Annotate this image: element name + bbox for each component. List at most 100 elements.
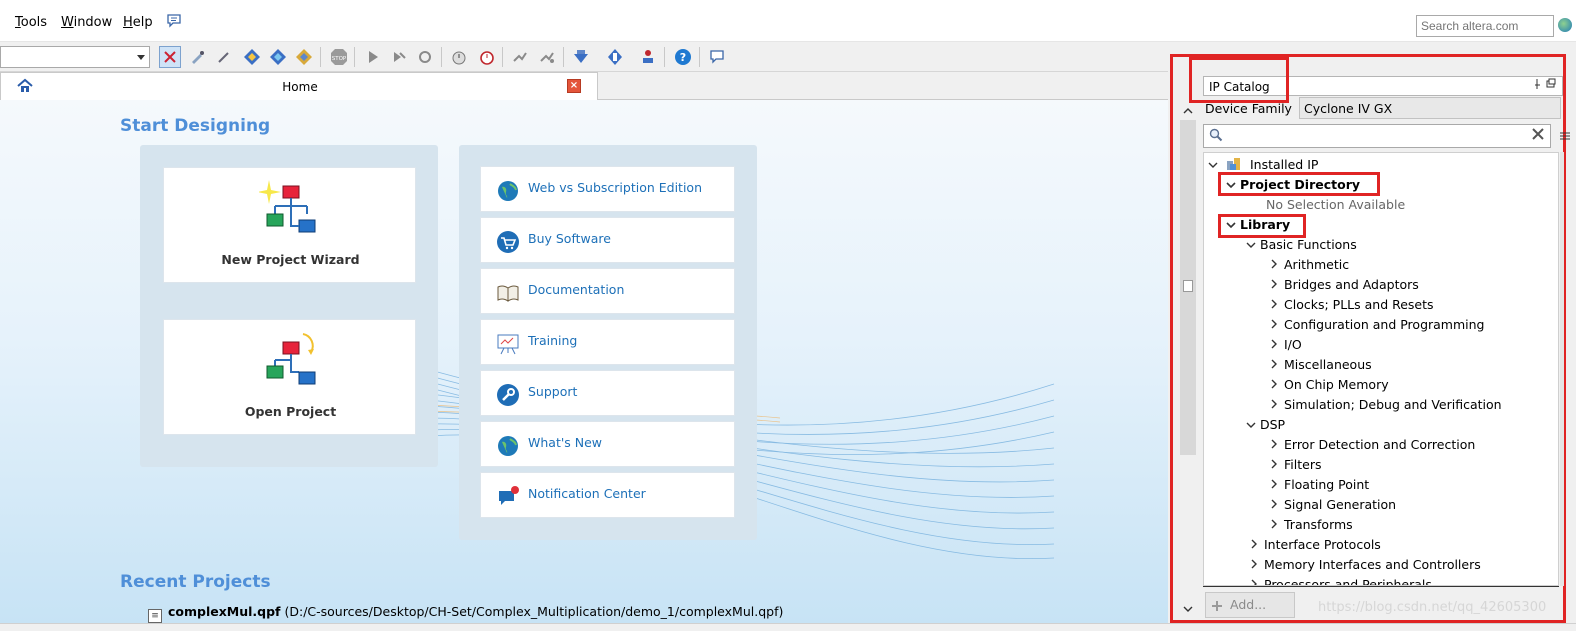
tree-item-memory-interfaces[interactable]: Memory Interfaces and Controllers (1250, 555, 1481, 575)
compile-analysis-icon[interactable] (241, 46, 263, 68)
scroll-thumb[interactable] (1183, 280, 1193, 292)
ip-library-icon (1226, 158, 1240, 170)
feedback-icon[interactable] (706, 46, 728, 68)
add-ip-button[interactable]: Add... (1205, 592, 1295, 618)
chevron-right-icon[interactable] (1270, 276, 1284, 296)
globe-icon[interactable] (1558, 18, 1572, 32)
link-label: Web vs Subscription Edition (528, 180, 702, 195)
tree-item-processors-peripherals[interactable]: Processors and Peripherals (1250, 575, 1432, 585)
tree-item-arithmetic[interactable]: Arithmetic (1270, 255, 1349, 275)
menu-window-accel: W (61, 15, 74, 30)
chevron-right-icon[interactable] (1270, 396, 1284, 416)
chevron-right-icon[interactable] (1250, 536, 1264, 556)
toolbar-separator (354, 47, 355, 67)
chevron-down-icon[interactable] (1246, 236, 1260, 256)
tree-label: Filters (1284, 457, 1322, 472)
link-notification-center[interactable]: Notification Center (480, 472, 735, 518)
tree-scrollbar[interactable] (1560, 152, 1564, 586)
stop-icon[interactable]: STOP (328, 46, 350, 68)
chevron-right-icon[interactable] (1270, 456, 1284, 476)
tree-item-on-chip-memory[interactable]: On Chip Memory (1270, 375, 1389, 395)
tree-item-error-detection[interactable]: Error Detection and Correction (1270, 435, 1475, 455)
chevron-right-icon[interactable] (1270, 376, 1284, 396)
search-input[interactable] (1416, 15, 1554, 37)
stamp-tool-icon[interactable] (213, 46, 235, 68)
link-buy-software[interactable]: Buy Software (480, 217, 735, 263)
tab-home[interactable]: Home × (0, 72, 598, 100)
help-icon[interactable]: ? (672, 46, 694, 68)
new-project-wizard-card[interactable]: New Project Wizard (163, 167, 416, 283)
chevron-right-icon[interactable] (1270, 256, 1284, 276)
toolbar-separator (320, 47, 321, 67)
menu-lines-icon[interactable] (1560, 130, 1570, 144)
device-family-select[interactable]: Cyclone IV GX (1299, 97, 1561, 119)
menu-window[interactable]: Window (61, 15, 112, 30)
tree-label: Interface Protocols (1264, 537, 1381, 552)
link-label: Support (528, 384, 578, 399)
recent-project-row[interactable]: ≡ complexMul.qpf (D:/C-sources/Desktop/CH… (148, 604, 783, 623)
select-tool-button[interactable] (159, 46, 181, 68)
start-compilation-icon[interactable] (362, 46, 384, 68)
chevron-right-icon[interactable] (1270, 516, 1284, 536)
tree-item-transforms[interactable]: Transforms (1270, 515, 1353, 535)
tree-item-io[interactable]: I/O (1270, 335, 1302, 355)
tree-item-basic-functions[interactable]: Basic Functions (1246, 235, 1357, 255)
tree-item-dsp[interactable]: DSP (1246, 415, 1285, 435)
link-training[interactable]: Training (480, 319, 735, 365)
chevron-right-icon[interactable] (1270, 296, 1284, 316)
menu-help[interactable]: Help (123, 15, 153, 30)
chevron-down-icon[interactable] (1183, 603, 1193, 616)
chevron-down-icon[interactable] (1246, 416, 1260, 436)
pin-float-icons[interactable] (1534, 78, 1556, 93)
ip-panel-scrollbar[interactable] (1178, 100, 1198, 622)
close-icon[interactable]: × (567, 79, 581, 93)
netlist-viewer-icon[interactable] (536, 46, 558, 68)
toolbar-separator (502, 47, 503, 67)
chevron-right-icon[interactable] (1270, 336, 1284, 356)
tree-label: No Selection Available (1266, 197, 1406, 212)
tree-item-floating-point[interactable]: Floating Point (1270, 475, 1369, 495)
eda-tool-icon[interactable] (637, 46, 659, 68)
menu-bar: Tools Window Help (0, 0, 1576, 42)
programmer-icon[interactable] (570, 46, 592, 68)
link-web-vs-subscription[interactable]: Web vs Subscription Edition (480, 166, 735, 212)
tree-label: Miscellaneous (1284, 357, 1372, 372)
tree-item-miscellaneous[interactable]: Miscellaneous (1270, 355, 1372, 375)
tree-item-signal-generation[interactable]: Signal Generation (1270, 495, 1396, 515)
tree-item-bridges-adaptors[interactable]: Bridges and Adaptors (1270, 275, 1419, 295)
tree-item-interface-protocols[interactable]: Interface Protocols (1250, 535, 1381, 555)
compile-synthesis-icon[interactable] (267, 46, 289, 68)
tree-item-simulation-debug[interactable]: Simulation; Debug and Verification (1270, 395, 1502, 415)
menu-tools[interactable]: Tools (15, 15, 47, 30)
analysis-elaboration-icon[interactable] (388, 46, 410, 68)
rtl-viewer-icon[interactable] (414, 46, 436, 68)
timequest-icon[interactable] (476, 46, 498, 68)
edit-tool-icon[interactable] (187, 46, 209, 68)
chip-planner-icon[interactable] (509, 46, 531, 68)
chevron-right-icon[interactable] (1250, 576, 1264, 585)
timing-analyzer-icon[interactable] (448, 46, 470, 68)
clear-search-icon[interactable] (1531, 127, 1545, 145)
link-documentation[interactable]: Documentation (480, 268, 735, 314)
add-ip-label: Add... (1230, 597, 1267, 612)
feedback-icon[interactable] (166, 13, 182, 33)
chevron-right-icon[interactable] (1270, 496, 1284, 516)
chevron-up-icon[interactable] (1183, 105, 1193, 118)
signal-tap-icon[interactable] (604, 46, 626, 68)
link-whats-new[interactable]: What's New (480, 421, 735, 467)
tree-label: I/O (1284, 337, 1302, 352)
tree-item-filters[interactable]: Filters (1270, 455, 1321, 475)
compile-fitter-icon[interactable] (293, 46, 315, 68)
link-support[interactable]: Support (480, 370, 735, 416)
chevron-right-icon[interactable] (1250, 556, 1264, 576)
tree-item-no-selection: No Selection Available (1266, 195, 1405, 215)
chevron-right-icon[interactable] (1270, 316, 1284, 336)
ip-search-input[interactable] (1203, 124, 1551, 148)
chevron-right-icon[interactable] (1270, 436, 1284, 456)
revision-combo[interactable] (0, 46, 150, 68)
tree-item-clocks-plls-resets[interactable]: Clocks; PLLs and Resets (1270, 295, 1434, 315)
chevron-right-icon[interactable] (1270, 476, 1284, 496)
tree-item-configuration-programming[interactable]: Configuration and Programming (1270, 315, 1484, 335)
chevron-right-icon[interactable] (1270, 356, 1284, 376)
open-project-card[interactable]: Open Project (163, 319, 416, 435)
